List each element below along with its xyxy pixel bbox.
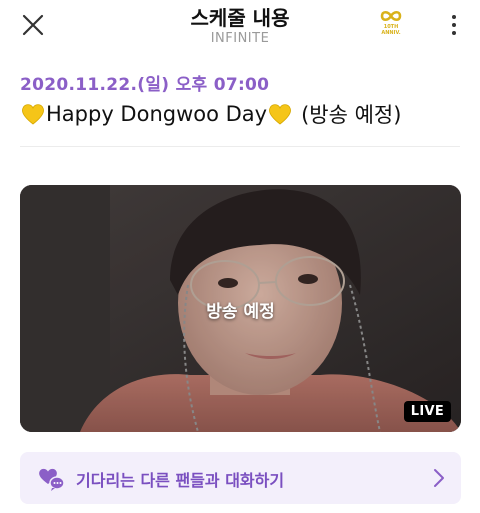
schedule-date: 2020.11.22.(일) 오후 07:00 (20, 75, 270, 95)
fan-chat-button[interactable]: 기다리는 다른 팬들과 대화하기 (20, 452, 461, 504)
schedule-title-text: Happy Dongwoo Day (46, 102, 268, 126)
chevron-right-icon (434, 469, 444, 487)
artist-name: INFINITE (210, 31, 270, 46)
page-title: 스케줄 내용 (190, 6, 290, 30)
schedule-title-suffix: (방송 예정) (301, 103, 402, 127)
video-thumbnail[interactable]: 방송 예정 LIVE (20, 185, 461, 432)
live-badge: LIVE (403, 401, 451, 422)
more-options-button[interactable] (442, 12, 466, 38)
yellow-heart-icon (269, 104, 292, 125)
infinity-anniversary-icon (380, 10, 402, 22)
fan-chat-label: 기다리는 다른 팬들과 대화하기 (76, 471, 285, 490)
anniversary-text: 10TH ANNIV. (381, 24, 401, 36)
anniversary-badge: 10TH ANNIV. (376, 8, 406, 42)
heart-chat-icon (39, 468, 65, 491)
divider (20, 146, 460, 147)
schedule-title: Happy Dongwoo Day (방송 예정) (20, 99, 401, 129)
more-vertical-icon (452, 15, 456, 35)
broadcast-status: 방송 예정 (206, 302, 275, 322)
header: 스케줄 내용 INFINITE 10TH ANNIV. (0, 0, 480, 56)
yellow-heart-icon (22, 104, 44, 125)
